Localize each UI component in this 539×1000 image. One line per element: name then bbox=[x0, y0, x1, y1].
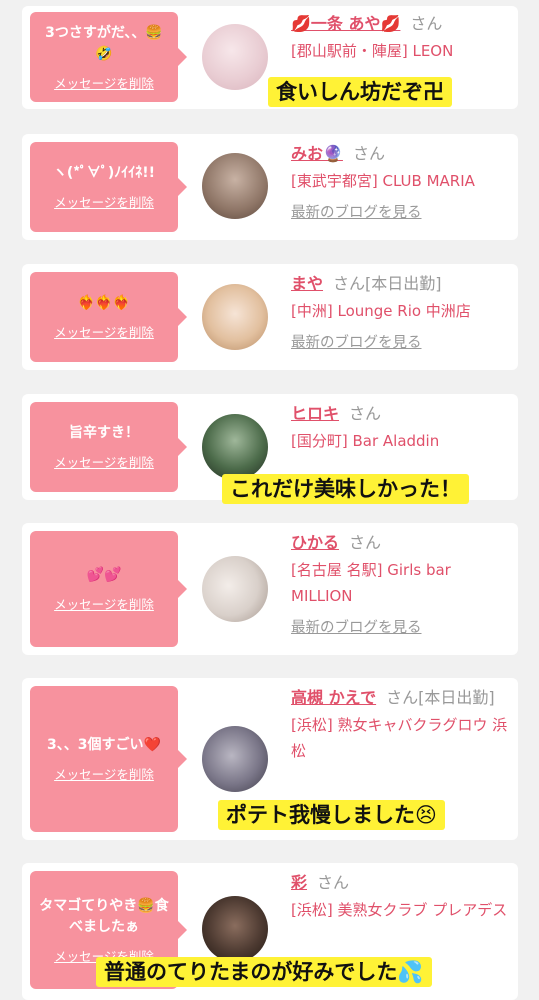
latest-blog-link[interactable]: 最新のブログを見る bbox=[291, 332, 508, 354]
cast-name-link[interactable]: みお🔮 bbox=[291, 144, 343, 163]
message-bubble: 3つさすがだ、、🍔🤣 メッセージを削除 bbox=[30, 12, 187, 102]
profile-info: みお🔮 さん [東武宇都宮] CLUB MARIA 最新のブログを見る bbox=[291, 142, 508, 224]
cast-name-link[interactable]: ひかる bbox=[291, 533, 339, 552]
name-line: 💋一条 あや💋 さん bbox=[291, 12, 508, 36]
profile-info: 彩さん [浜松] 美熟女クラブ プレアデス bbox=[291, 871, 508, 923]
caption-overlay: 普通のてりたまのが好みでした💦 bbox=[96, 957, 432, 987]
name-line: 彩さん bbox=[291, 871, 508, 895]
name-line: まや さん[本日出勤] bbox=[291, 272, 508, 296]
message-card: ❤️‍🔥❤️‍🔥❤️‍🔥 メッセージを削除 まや さん[本日出勤] [中洲] Lo… bbox=[22, 264, 518, 370]
avatar[interactable] bbox=[202, 726, 268, 792]
latest-blog-link[interactable]: 最新のブログを見る bbox=[291, 202, 508, 224]
cast-name-link[interactable]: 高槻 かえで bbox=[291, 688, 376, 707]
shop-name: [郡山駅前・陣屋] LEON bbox=[291, 42, 454, 60]
profile-info: ひかる さん [名古屋 名駅] Girls bar MILLION 最新のブログを… bbox=[291, 531, 508, 639]
profile-info: まや さん[本日出勤] [中洲] Lounge Rio 中洲店 最新のブログを見る bbox=[291, 272, 508, 354]
message-card: 💕💕 メッセージを削除 ひかる さん [名古屋 名駅] Girls bar MIL… bbox=[22, 523, 518, 655]
message-text: ヽ(*ﾟ∀ﾟ)ﾉｲｲﾈ!! bbox=[52, 165, 156, 181]
message-text: 3、、3個すごい❤️ bbox=[47, 737, 161, 753]
delete-message-link[interactable]: メッセージを削除 bbox=[54, 594, 154, 613]
message-bubble: 💕💕 メッセージを削除 bbox=[30, 531, 187, 647]
message-card: ヽ(*ﾟ∀ﾟ)ﾉｲｲﾈ!! メッセージを削除 みお🔮 さん [東武宇都宮] CLU… bbox=[22, 134, 518, 240]
shop-name: [中洲] Lounge Rio 中洲店 bbox=[291, 302, 471, 320]
honorific: さん bbox=[386, 688, 419, 707]
cast-name-link[interactable]: 💋一条 あや💋 bbox=[291, 14, 400, 33]
message-text: 💕💕 bbox=[86, 567, 122, 583]
work-status: [本日出勤] bbox=[365, 274, 442, 293]
avatar[interactable] bbox=[202, 153, 268, 219]
message-bubble: 3、、3個すごい❤️ メッセージを削除 bbox=[30, 686, 187, 832]
name-line: ひかる さん bbox=[291, 531, 508, 555]
delete-message-link[interactable]: メッセージを削除 bbox=[54, 322, 154, 341]
shop-name: [国分町] Bar Aladdin bbox=[291, 432, 440, 450]
cast-name-link[interactable]: まや bbox=[291, 274, 323, 293]
shop-name: [浜松] 美熟女クラブ プレアデス bbox=[291, 901, 508, 919]
name-line: 高槻 かえで さん[本日出勤] bbox=[291, 686, 508, 710]
name-line: ヒロキ さん bbox=[291, 402, 508, 426]
caption-overlay: これだけ美味しかった！ bbox=[222, 474, 469, 504]
delete-message-link[interactable]: メッセージを削除 bbox=[54, 192, 154, 211]
message-bubble: ヽ(*ﾟ∀ﾟ)ﾉｲｲﾈ!! メッセージを削除 bbox=[30, 142, 187, 232]
work-status: [本日出勤] bbox=[418, 688, 495, 707]
honorific: さん bbox=[317, 873, 350, 892]
honorific: さん bbox=[349, 404, 382, 423]
message-bubble: 旨辛すき！ メッセージを削除 bbox=[30, 402, 187, 492]
profile-info: 高槻 かえで さん[本日出勤] [浜松] 熟女キャバクラグロウ 浜松 bbox=[291, 686, 508, 764]
delete-message-link[interactable]: メッセージを削除 bbox=[54, 764, 154, 783]
profile-info: ヒロキ さん [国分町] Bar Aladdin bbox=[291, 402, 508, 454]
shop-name: [浜松] 熟女キャバクラグロウ 浜松 bbox=[291, 716, 508, 760]
honorific: さん bbox=[410, 14, 443, 33]
shop-name: [東武宇都宮] CLUB MARIA bbox=[291, 172, 475, 190]
cast-name-link[interactable]: ヒロキ bbox=[291, 404, 339, 423]
message-text: ❤️‍🔥❤️‍🔥❤️‍🔥 bbox=[77, 295, 131, 311]
caption-overlay: 食いしん坊だぞ卍 bbox=[268, 77, 452, 107]
avatar[interactable] bbox=[202, 556, 268, 622]
delete-message-link[interactable]: メッセージを削除 bbox=[54, 452, 154, 471]
avatar[interactable] bbox=[202, 24, 268, 90]
avatar[interactable] bbox=[202, 284, 268, 350]
cast-name-link[interactable]: 彩 bbox=[291, 873, 307, 892]
shop-name: [名古屋 名駅] Girls bar MILLION bbox=[291, 561, 451, 605]
message-text: タマゴてりやき🍔食べましたぁ bbox=[39, 897, 169, 935]
honorific: さん bbox=[352, 144, 385, 163]
message-text: 3つさすがだ、、🍔🤣 bbox=[45, 24, 163, 62]
delete-message-link[interactable]: メッセージを削除 bbox=[54, 73, 154, 92]
honorific: さん bbox=[349, 533, 382, 552]
avatar[interactable] bbox=[202, 414, 268, 480]
name-line: みお🔮 さん bbox=[291, 142, 508, 166]
profile-info: 💋一条 あや💋 さん [郡山駅前・陣屋] LEON bbox=[291, 12, 508, 64]
latest-blog-link[interactable]: 最新のブログを見る bbox=[291, 617, 508, 639]
honorific: さん bbox=[333, 274, 366, 293]
message-bubble: ❤️‍🔥❤️‍🔥❤️‍🔥 メッセージを削除 bbox=[30, 272, 187, 362]
avatar[interactable] bbox=[202, 896, 268, 962]
caption-overlay: ポテト我慢しました😣 bbox=[218, 800, 445, 830]
message-text: 旨辛すき！ bbox=[69, 425, 139, 441]
